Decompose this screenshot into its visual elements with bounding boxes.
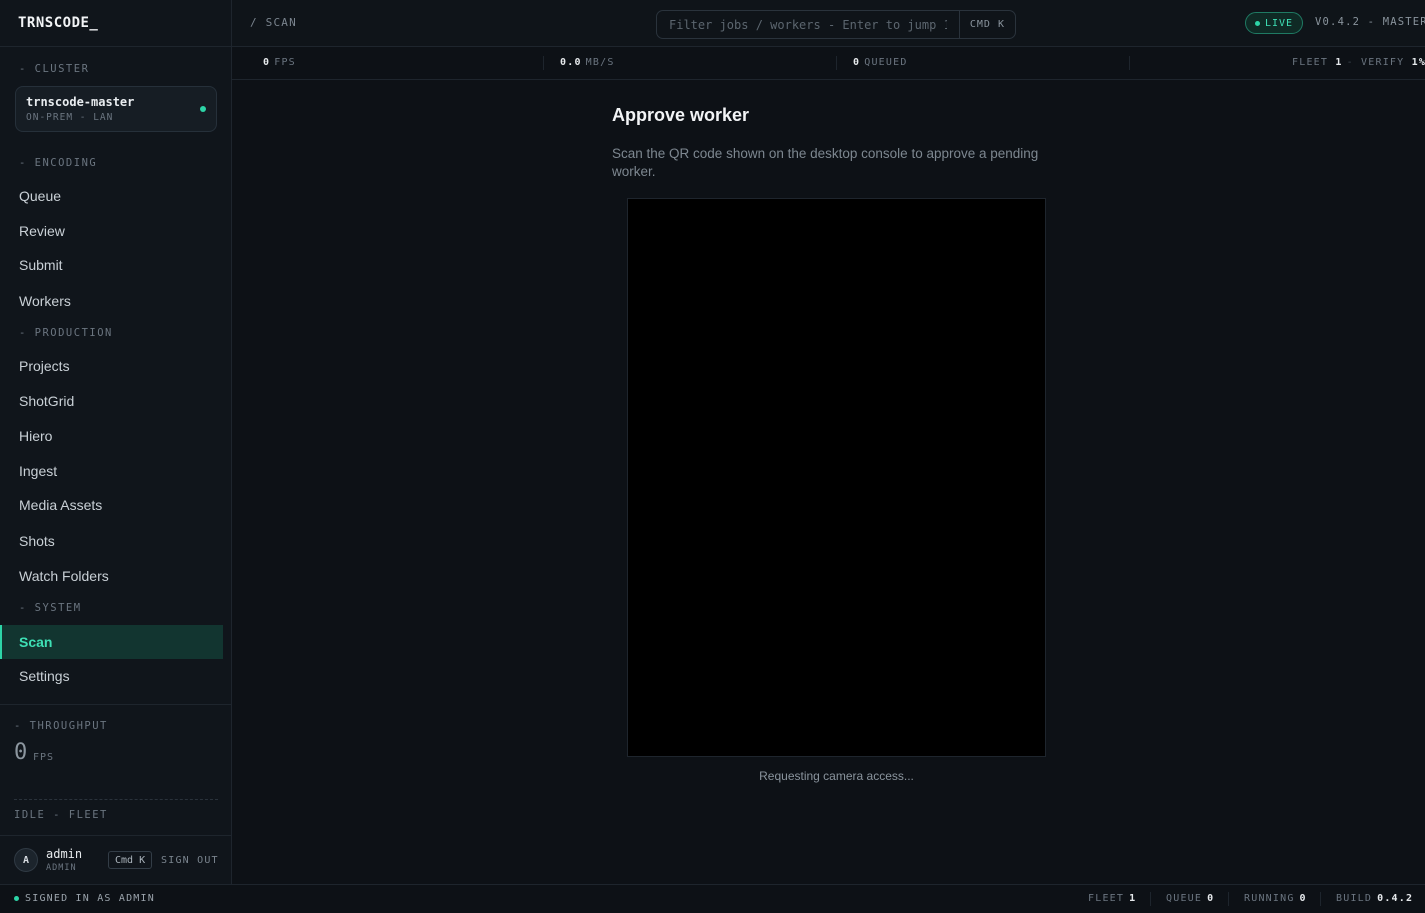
sidebar-divider: [0, 704, 232, 705]
nav-item-media-assets[interactable]: Media Assets: [0, 488, 223, 522]
nav-item-submit[interactable]: Submit: [0, 248, 223, 282]
live-label: LIVE: [1265, 17, 1294, 29]
sidebar: TRNSCODE_ - CLUSTER trnscode-master ON-P…: [0, 0, 232, 884]
status-queue: QUEUE 0: [1166, 893, 1215, 904]
user-name: admin: [46, 847, 83, 861]
dashed-divider: [14, 799, 218, 800]
nav-item-hiero[interactable]: Hiero: [0, 419, 223, 453]
camera-viewport[interactable]: [627, 198, 1046, 757]
throughput-unit: FPS: [33, 752, 55, 763]
top-bar: / SCAN CMD K LIVE V0.4.2 - MASTER: [232, 0, 1425, 47]
nav-item-shotgrid[interactable]: ShotGrid: [0, 384, 223, 418]
page-description: Scan the QR code shown on the desktop co…: [612, 146, 1039, 179]
status-separator: [1320, 892, 1321, 906]
status-bar: SIGNED IN AS ADMIN FLEET 1 QUEUE 0 RUNNING…: [0, 884, 1425, 913]
stat-separator: [1129, 56, 1130, 70]
search-shortcut[interactable]: CMD K: [958, 11, 1015, 38]
stat-fleet-verify: FLEET 1- VERIFY 1%: [1292, 57, 1425, 68]
status-running: RUNNING 0: [1244, 893, 1307, 904]
stats-strip: 0 FPS 0.0 MB/S 0 QUEUED FLEET 1- VERIFY 1%: [232, 48, 1425, 80]
stat-separator: [543, 56, 544, 70]
stat-separator: [836, 56, 837, 70]
production-section-label: - PRODUCTION: [19, 327, 113, 339]
search-input[interactable]: [657, 11, 959, 38]
page-title: Approve worker: [612, 105, 750, 125]
user-role: ADMIN: [46, 863, 77, 873]
sign-out-button[interactable]: SIGN OUT: [161, 855, 219, 866]
avatar[interactable]: A: [14, 848, 38, 872]
live-badge[interactable]: LIVE: [1245, 12, 1304, 34]
encoding-section-label: - ENCODING: [19, 157, 98, 169]
throughput-value: 0: [14, 740, 28, 765]
signed-in-label: SIGNED IN AS ADMIN: [25, 893, 155, 904]
stat-mbs: 0.0 MB/S: [560, 57, 615, 68]
nav-item-queue[interactable]: Queue: [0, 179, 223, 213]
cluster-section-label: - CLUSTER: [19, 63, 90, 75]
signed-in-status: SIGNED IN AS ADMIN: [14, 893, 155, 904]
camera-status: Requesting camera access...: [759, 769, 914, 783]
nav-item-projects[interactable]: Projects: [0, 349, 223, 383]
cluster-name: trnscode-master: [26, 95, 135, 109]
status-fleet: FLEET 1: [1088, 893, 1137, 904]
brand-logo[interactable]: TRNSCODE_: [0, 0, 231, 47]
cluster-location: ON-PREM - LAN: [26, 112, 114, 123]
nav-item-shots[interactable]: Shots: [0, 524, 223, 558]
nav-item-scan[interactable]: Scan: [0, 625, 223, 659]
command-palette-shortcut[interactable]: Cmd K: [108, 851, 153, 869]
stat-queued: 0 QUEUED: [853, 57, 908, 68]
nav-item-ingest[interactable]: Ingest: [0, 454, 223, 488]
user-divider: [0, 835, 232, 836]
online-dot-icon: [14, 896, 19, 901]
live-dot-icon: [1255, 20, 1260, 26]
breadcrumb: / SCAN: [250, 16, 297, 29]
throughput-label: - THROUGHPUT: [14, 720, 108, 732]
status-separator: [1150, 892, 1151, 906]
cluster-status-dot: [200, 106, 206, 112]
status-build: BUILD 0.4.2: [1336, 893, 1414, 904]
nav-item-watch-folders[interactable]: Watch Folders: [0, 559, 223, 593]
fleet-status: IDLE - FLEET: [14, 809, 108, 821]
stat-fps: 0 FPS: [263, 57, 296, 68]
nav-item-workers[interactable]: Workers: [0, 284, 223, 318]
nav-item-settings[interactable]: Settings: [0, 659, 223, 693]
cluster-selector[interactable]: trnscode-master ON-PREM - LAN: [15, 86, 217, 132]
system-section-label: - SYSTEM: [19, 602, 82, 614]
search-box: CMD K: [656, 10, 1016, 39]
nav-item-review[interactable]: Review: [0, 214, 223, 248]
version-label: V0.4.2 - MASTER: [1315, 16, 1425, 28]
status-separator: [1228, 892, 1229, 906]
